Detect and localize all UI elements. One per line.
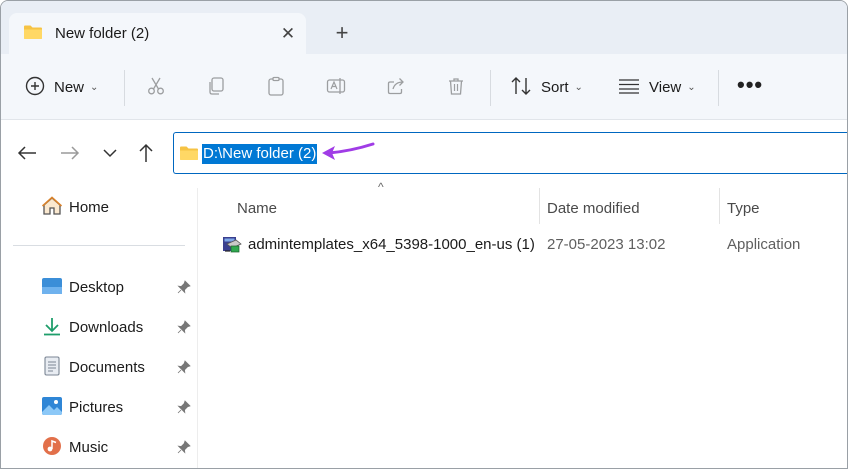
sort-ascending-caret-icon: ^ — [378, 180, 384, 194]
cut-button[interactable] — [146, 54, 166, 120]
recent-locations-chevron-icon[interactable] — [99, 142, 123, 166]
copy-button[interactable] — [206, 54, 226, 120]
tab-new-folder[interactable]: New folder (2) ✕ — [9, 13, 306, 54]
installer-icon — [222, 234, 242, 257]
sidebar-item-label: Desktop — [69, 278, 125, 296]
share-icon — [386, 76, 406, 99]
file-name[interactable]: admintemplates_x64_5398-1000_en-us (1) — [248, 236, 535, 253]
new-button[interactable]: New ⌄ — [25, 54, 98, 120]
navigation-pane: Home Desktop Downloads Documents Picture… — [1, 188, 198, 468]
file-explorer-window: New folder (2) ✕ + New ⌄ Sort ⌄ View ⌄ •… — [0, 0, 848, 469]
sidebar-divider — [13, 245, 185, 246]
share-button[interactable] — [386, 54, 406, 120]
command-bar: New ⌄ Sort ⌄ View ⌄ ••• — [1, 54, 847, 120]
rename-icon — [326, 76, 346, 99]
address-bar[interactable]: D:\New folder (2) — [173, 132, 847, 174]
view-list-icon — [618, 76, 640, 99]
pictures-icon — [41, 396, 63, 419]
desktop-icon — [41, 277, 63, 298]
tab-title: New folder (2) — [55, 25, 150, 42]
folder-icon — [179, 145, 199, 164]
back-arrow-icon[interactable] — [16, 142, 40, 166]
delete-button[interactable] — [446, 54, 466, 120]
column-divider[interactable] — [539, 188, 540, 224]
documents-icon — [41, 355, 63, 379]
column-header-name[interactable]: Name — [237, 194, 277, 224]
view-button[interactable]: View ⌄ — [618, 54, 696, 120]
new-button-label: New — [54, 78, 85, 96]
pin-icon[interactable] — [177, 440, 191, 454]
sort-button-label: Sort — [541, 78, 569, 96]
sidebar-item-downloads[interactable]: Downloads — [41, 315, 143, 339]
downloads-icon — [41, 316, 63, 339]
trash-icon — [446, 76, 466, 99]
sort-button[interactable]: Sort ⌄ — [510, 54, 583, 120]
pin-icon[interactable] — [177, 280, 191, 294]
sidebar-item-label: Home — [69, 198, 110, 216]
sidebar-item-desktop[interactable]: Desktop — [41, 275, 124, 299]
table-row[interactable]: admintemplates_x64_5398-1000_en-us (1) 2… — [218, 232, 847, 258]
copy-icon — [206, 76, 226, 99]
new-tab-button[interactable]: + — [329, 21, 355, 47]
paste-button[interactable] — [266, 54, 286, 120]
view-button-label: View — [649, 78, 682, 96]
annotation-arrow-icon — [322, 142, 375, 160]
rename-button[interactable] — [326, 54, 346, 120]
home-icon — [41, 195, 63, 219]
column-divider[interactable] — [719, 188, 720, 224]
forward-arrow-icon[interactable] — [59, 142, 83, 166]
chevron-down-icon: ⌄ — [687, 81, 696, 93]
pin-icon[interactable] — [177, 320, 191, 334]
pin-icon[interactable] — [177, 360, 191, 374]
toolbar-divider — [718, 70, 719, 106]
file-list: ^ Name Date modified Type admintemplates… — [198, 180, 847, 468]
file-date-modified: 27-05-2023 13:02 — [547, 236, 666, 253]
chevron-down-icon: ⌄ — [90, 81, 99, 93]
file-type: Application — [727, 236, 801, 253]
scissors-icon — [146, 76, 166, 99]
tab-strip: New folder (2) ✕ + — [1, 1, 847, 54]
address-row: D:\New folder (2) — [1, 120, 847, 188]
clipboard-icon — [266, 76, 286, 99]
music-icon — [41, 436, 63, 459]
sidebar-item-documents[interactable]: Documents — [41, 355, 145, 379]
chevron-down-icon: ⌄ — [574, 81, 583, 93]
sidebar-item-label: Music — [69, 438, 109, 456]
plus-circle-icon — [25, 76, 45, 99]
up-arrow-icon[interactable] — [135, 142, 159, 166]
folder-icon — [23, 24, 43, 43]
sidebar-item-music[interactable]: Music — [41, 435, 108, 459]
sidebar-item-label: Downloads — [69, 318, 144, 336]
sidebar-item-label: Pictures — [69, 398, 124, 416]
close-icon[interactable]: ✕ — [277, 23, 299, 45]
sidebar-item-label: Documents — [69, 358, 145, 376]
sidebar-item-home[interactable]: Home — [41, 195, 109, 219]
toolbar-divider — [124, 70, 125, 106]
sidebar-item-pictures[interactable]: Pictures — [41, 395, 123, 419]
more-options-button[interactable]: ••• — [737, 72, 763, 98]
pin-icon[interactable] — [177, 400, 191, 414]
address-path-selected[interactable]: D:\New folder (2) — [202, 144, 318, 164]
column-header-date-modified[interactable]: Date modified — [547, 194, 640, 224]
toolbar-divider — [490, 70, 491, 106]
column-header-type[interactable]: Type — [727, 194, 760, 224]
sort-icon — [510, 76, 532, 99]
